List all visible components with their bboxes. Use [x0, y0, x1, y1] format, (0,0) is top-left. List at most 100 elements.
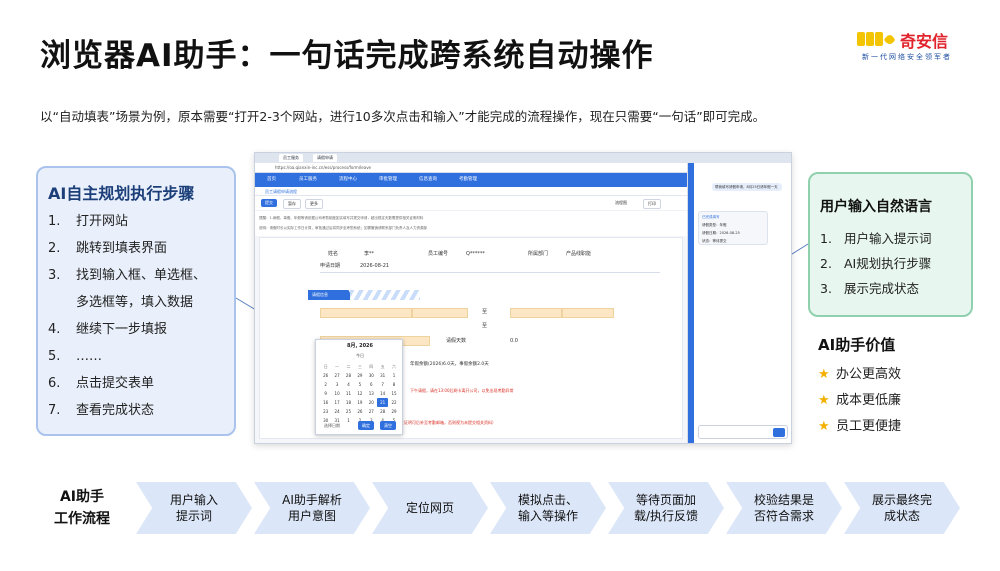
print-button[interactable]: 打印 — [643, 199, 661, 209]
more-button[interactable]: 更多 — [305, 199, 323, 209]
calendar-day[interactable]: 29 — [354, 371, 365, 380]
step-text: 打开网站 — [76, 214, 129, 229]
nav-item[interactable]: 审批管理 — [379, 175, 397, 185]
workflow-step-text: 等待页面加 载/执行反馈 — [633, 493, 699, 523]
calendar-day[interactable]: 19 — [354, 398, 365, 407]
list-item: 1. 用户输入提示词 — [820, 226, 932, 251]
browser-tab[interactable]: 请假申请 — [313, 154, 337, 162]
list-item: 2. 跳转到填表界面 — [48, 235, 206, 262]
calendar-day[interactable]: 6 — [366, 380, 377, 389]
nav-item[interactable]: 员工服务 — [299, 175, 317, 185]
calendar-day[interactable]: 26 — [354, 407, 365, 416]
send-button[interactable] — [773, 428, 785, 437]
calendar-day[interactable]: 16 — [320, 398, 331, 407]
app-navbar: 首页 员工服务 流程中心 审批管理 信息查询 考勤管理 — [255, 173, 687, 187]
end-date-input[interactable] — [510, 308, 562, 318]
nav-item[interactable]: 首页 — [267, 175, 276, 185]
assistant-input[interactable] — [698, 425, 788, 439]
calendar-day[interactable]: 4 — [343, 380, 354, 389]
apply-date-label: 申请日期 — [320, 263, 341, 269]
calendar-weekday: 一 — [335, 364, 340, 369]
notice-line: 说明：请假时长以实际工作日计算，审批通过后将同步至考勤系统；如需撤销请联系部门负… — [259, 226, 427, 230]
input-panel-title: 用户输入自然语言 — [820, 199, 932, 215]
flowchart-link[interactable]: 流程图 — [615, 199, 627, 207]
days-label: 请假天数 — [446, 338, 467, 344]
step-number: 6. — [48, 376, 61, 391]
calendar-day[interactable]: 24 — [331, 407, 342, 416]
workflow-step: 校验结果是 否符合需求 — [726, 482, 842, 534]
logo-mark-icon — [857, 32, 895, 46]
value-text: 成本更低廉 — [836, 393, 902, 408]
start-time-select[interactable] — [412, 308, 468, 318]
calendar-day[interactable]: 27 — [366, 407, 377, 416]
browser-screenshot: 员工服务 请假申请 https://oa.qianxin-inc.cn/ess/… — [254, 152, 792, 444]
calendar-day[interactable]: 29 — [388, 407, 399, 416]
card-line: 请假日期：2026-08-25 — [702, 231, 740, 235]
logo-name: 奇安信 — [900, 32, 949, 51]
address-bar[interactable]: https://oa.qianxin-inc.cn/ess/process/fo… — [255, 163, 687, 173]
calendar-day[interactable]: 26 — [320, 371, 331, 380]
step-number: 7. — [48, 403, 61, 418]
calendar-day[interactable]: 3 — [331, 380, 342, 389]
calendar-day[interactable]: 13 — [366, 389, 377, 398]
calendar-day[interactable]: 15 — [388, 389, 399, 398]
calendar-ok-button[interactable]: 确定 — [358, 421, 374, 430]
save-draft-button[interactable]: 暂存 — [283, 199, 301, 209]
url-text: https://oa.qianxin-inc.cn/ess/process/fo… — [275, 165, 372, 170]
calendar-day[interactable]: 27 — [331, 371, 342, 380]
workflow-step-text: 展示最终完 成状态 — [871, 493, 932, 523]
nav-item[interactable]: 流程中心 — [339, 175, 357, 185]
calendar-day[interactable]: 18 — [343, 398, 354, 407]
list-item: 多选框等，填入数据 — [48, 289, 206, 316]
star-icon: ★ — [818, 367, 830, 382]
subnav-tab[interactable]: 员工请假申请流程 — [265, 188, 297, 195]
calendar-day[interactable]: 25 — [343, 407, 354, 416]
calendar-day[interactable]: 23 — [320, 407, 331, 416]
calendar-day[interactable]: 5 — [354, 380, 365, 389]
calendar-day[interactable]: 10 — [331, 389, 342, 398]
step-number: 3. — [48, 268, 61, 283]
nav-item[interactable]: 信息查询 — [419, 175, 437, 185]
page-title: 浏览器AI助手：一句话完成跨系统自动操作 — [40, 38, 654, 74]
list-item: 4. 继续下一步填报 — [48, 316, 206, 343]
calendar-clear-button[interactable]: 清空 — [380, 421, 396, 430]
calendar-day[interactable]: 28 — [343, 371, 354, 380]
list-item: ★ 办公更高效 — [818, 362, 901, 388]
card-line: 状态：等待提交 — [702, 239, 727, 243]
workflow-step: 等待页面加 载/执行反馈 — [608, 482, 724, 534]
step-text: 查看完成状态 — [76, 403, 155, 418]
submit-button[interactable]: 提交 — [261, 199, 277, 207]
calendar-day[interactable]: 31 — [377, 371, 388, 380]
calendar-day[interactable]: 30 — [366, 371, 377, 380]
calendar-footer: 选择日期 确定 清空 — [316, 421, 404, 430]
start-date-input[interactable] — [320, 308, 412, 318]
browser-tab[interactable]: 员工服务 — [279, 154, 303, 162]
calendar-weekday: 四 — [369, 364, 374, 369]
calendar-month[interactable]: 8月, 2026 — [316, 342, 404, 350]
calendar-weekday: 日 — [323, 364, 328, 369]
to-label: 至 — [482, 323, 488, 329]
calendar-day[interactable]: 1 — [388, 371, 399, 380]
step-text: 用户输入提示词 — [844, 231, 932, 246]
calendar-day[interactable]: 21 — [376, 398, 389, 407]
note-text: 下午请假，请在13:00后刷卡离开公司，以免出现考勤异常 — [410, 388, 514, 393]
calendar-day[interactable]: 12 — [354, 389, 365, 398]
calendar-day[interactable]: 8 — [388, 380, 399, 389]
calendar-day[interactable]: 7 — [377, 380, 388, 389]
end-time-select[interactable] — [562, 308, 614, 318]
calendar-day[interactable]: 22 — [388, 398, 399, 407]
calendar-select-button[interactable]: 选择日期 — [320, 421, 344, 430]
calendar-day[interactable]: 17 — [331, 398, 342, 407]
calendar-day[interactable]: 20 — [366, 398, 377, 407]
calendar-today[interactable]: 今日 — [316, 353, 404, 359]
intro-text: 以“自动填表”场景为例，原本需要“打开2-3个网站，进行10多次点击和输入”才能… — [40, 109, 766, 124]
calendar-day[interactable]: 28 — [377, 407, 388, 416]
calendar-day[interactable]: 14 — [377, 389, 388, 398]
calendar-day[interactable]: 11 — [343, 389, 354, 398]
list-item: 6. 点击提交表单 — [48, 370, 206, 397]
workflow-step: 展示最终完 成状态 — [844, 482, 960, 534]
calendar-day[interactable]: 9 — [320, 389, 331, 398]
nav-item[interactable]: 考勤管理 — [459, 175, 477, 185]
step-text: 展示完成状态 — [844, 281, 920, 296]
calendar-day[interactable]: 2 — [320, 380, 331, 389]
